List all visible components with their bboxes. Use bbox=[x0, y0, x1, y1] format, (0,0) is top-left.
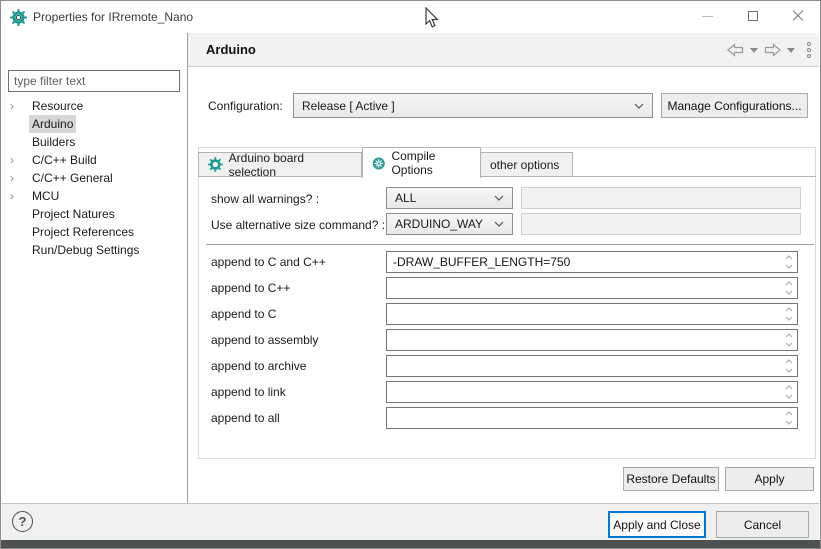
append-c-cpp-label: append to C and C++ bbox=[211, 255, 326, 269]
append-all-field[interactable] bbox=[386, 407, 798, 429]
title-bar: Properties for IRremote_Nano bbox=[1, 1, 820, 33]
alt-size-command-label: Use alternative size command? : bbox=[211, 218, 385, 232]
alt-size-command-select[interactable]: ARDUINO_WAY bbox=[386, 213, 513, 235]
close-button[interactable] bbox=[775, 1, 820, 31]
append-archive-label: append to archive bbox=[211, 359, 306, 373]
filter-input[interactable] bbox=[8, 70, 180, 92]
manage-configurations-button[interactable]: Manage Configurations... bbox=[661, 93, 808, 118]
size-command-extra-field bbox=[521, 213, 801, 235]
append-cpp-field[interactable] bbox=[386, 277, 798, 299]
apply-and-close-button[interactable]: Apply and Close bbox=[608, 511, 706, 538]
spinner-icon[interactable] bbox=[782, 253, 795, 271]
mouse-cursor bbox=[425, 7, 441, 29]
sidebar-divider bbox=[187, 33, 188, 503]
spinner-icon[interactable] bbox=[782, 409, 795, 427]
spinner-icon[interactable] bbox=[782, 305, 795, 323]
maximize-icon bbox=[748, 11, 758, 21]
apply-button[interactable]: Apply bbox=[725, 467, 814, 491]
teal-circle-gear-icon bbox=[372, 156, 385, 171]
page-header: Arduino bbox=[188, 33, 819, 67]
sidebar: › Resource Arduino Builders › C/C++ Buil… bbox=[2, 33, 187, 501]
configuration-label: Configuration: bbox=[208, 99, 283, 113]
sidebar-item-resource[interactable]: › Resource bbox=[2, 97, 187, 115]
sidebar-item-project-natures[interactable]: Project Natures bbox=[2, 205, 187, 223]
close-icon bbox=[792, 10, 804, 22]
help-icon[interactable]: ? bbox=[12, 511, 33, 532]
background-window-edge bbox=[1, 540, 820, 548]
properties-tree: › Resource Arduino Builders › C/C++ Buil… bbox=[2, 97, 187, 259]
cancel-button[interactable]: Cancel bbox=[716, 511, 809, 538]
chevron-right-icon[interactable]: › bbox=[10, 151, 24, 169]
sidebar-item-run-debug-settings[interactable]: Run/Debug Settings bbox=[2, 241, 187, 259]
sidebar-item-mcu[interactable]: › MCU bbox=[2, 187, 187, 205]
configuration-select[interactable]: Release [ Active ] bbox=[293, 93, 653, 118]
forward-arrow-icon[interactable] bbox=[764, 43, 781, 57]
spinner-icon[interactable] bbox=[782, 331, 795, 349]
spinner-icon[interactable] bbox=[782, 357, 795, 375]
chevron-right-icon[interactable]: › bbox=[10, 97, 24, 115]
restore-defaults-button[interactable]: Restore Defaults bbox=[623, 467, 719, 491]
append-c-label: append to C bbox=[211, 307, 276, 321]
footer-bar: ? Apply and Close Cancel bbox=[2, 504, 819, 542]
append-archive-field[interactable] bbox=[386, 355, 798, 377]
show-all-warnings-label: show all warnings? : bbox=[211, 192, 319, 206]
sloeber-gear-icon bbox=[208, 157, 223, 172]
append-c-cpp-field[interactable] bbox=[386, 251, 798, 273]
append-c-field[interactable] bbox=[386, 303, 798, 325]
append-assembly-label: append to assembly bbox=[211, 333, 318, 347]
sidebar-item-cpp-build[interactable]: › C/C++ Build bbox=[2, 151, 187, 169]
chevron-right-icon[interactable]: › bbox=[10, 187, 24, 205]
minimize-icon bbox=[702, 16, 713, 17]
view-menu-icon[interactable] bbox=[807, 42, 811, 58]
chevron-down-icon bbox=[634, 103, 644, 109]
sidebar-item-builders[interactable]: Builders bbox=[2, 133, 187, 151]
append-link-field[interactable] bbox=[386, 381, 798, 403]
chevron-down-icon bbox=[494, 221, 504, 227]
spinner-icon[interactable] bbox=[782, 279, 795, 297]
sidebar-item-project-references[interactable]: Project References bbox=[2, 223, 187, 241]
tab-compile-options[interactable]: Compile Options bbox=[362, 147, 481, 178]
properties-dialog: Properties for IRremote_Nano › Resource … bbox=[0, 0, 821, 549]
tab-other-options[interactable]: other options bbox=[481, 152, 573, 177]
sloeber-gear-icon bbox=[10, 9, 27, 29]
append-assembly-field[interactable] bbox=[386, 329, 798, 351]
header-nav bbox=[727, 41, 811, 59]
forward-history-dropdown-icon[interactable] bbox=[787, 48, 795, 53]
maximize-button[interactable] bbox=[730, 1, 775, 31]
chevron-down-icon bbox=[494, 195, 504, 201]
form-separator bbox=[206, 244, 814, 245]
back-arrow-icon[interactable] bbox=[727, 43, 744, 57]
warnings-extra-field bbox=[521, 187, 801, 209]
append-cpp-label: append to C++ bbox=[211, 281, 290, 295]
page-title: Arduino bbox=[206, 42, 256, 57]
sidebar-item-arduino[interactable]: Arduino bbox=[2, 115, 187, 133]
append-all-label: append to all bbox=[211, 411, 280, 425]
chevron-right-icon[interactable]: › bbox=[10, 169, 24, 187]
back-history-dropdown-icon[interactable] bbox=[750, 48, 758, 53]
append-link-label: append to link bbox=[211, 385, 286, 399]
spinner-icon[interactable] bbox=[782, 383, 795, 401]
tab-arduino-board-selection[interactable]: Arduino board selection bbox=[198, 152, 362, 177]
show-all-warnings-select[interactable]: ALL bbox=[386, 187, 513, 209]
minimize-button[interactable] bbox=[685, 1, 730, 31]
window-title: Properties for IRremote_Nano bbox=[33, 10, 193, 24]
sidebar-item-cpp-general[interactable]: › C/C++ General bbox=[2, 169, 187, 187]
